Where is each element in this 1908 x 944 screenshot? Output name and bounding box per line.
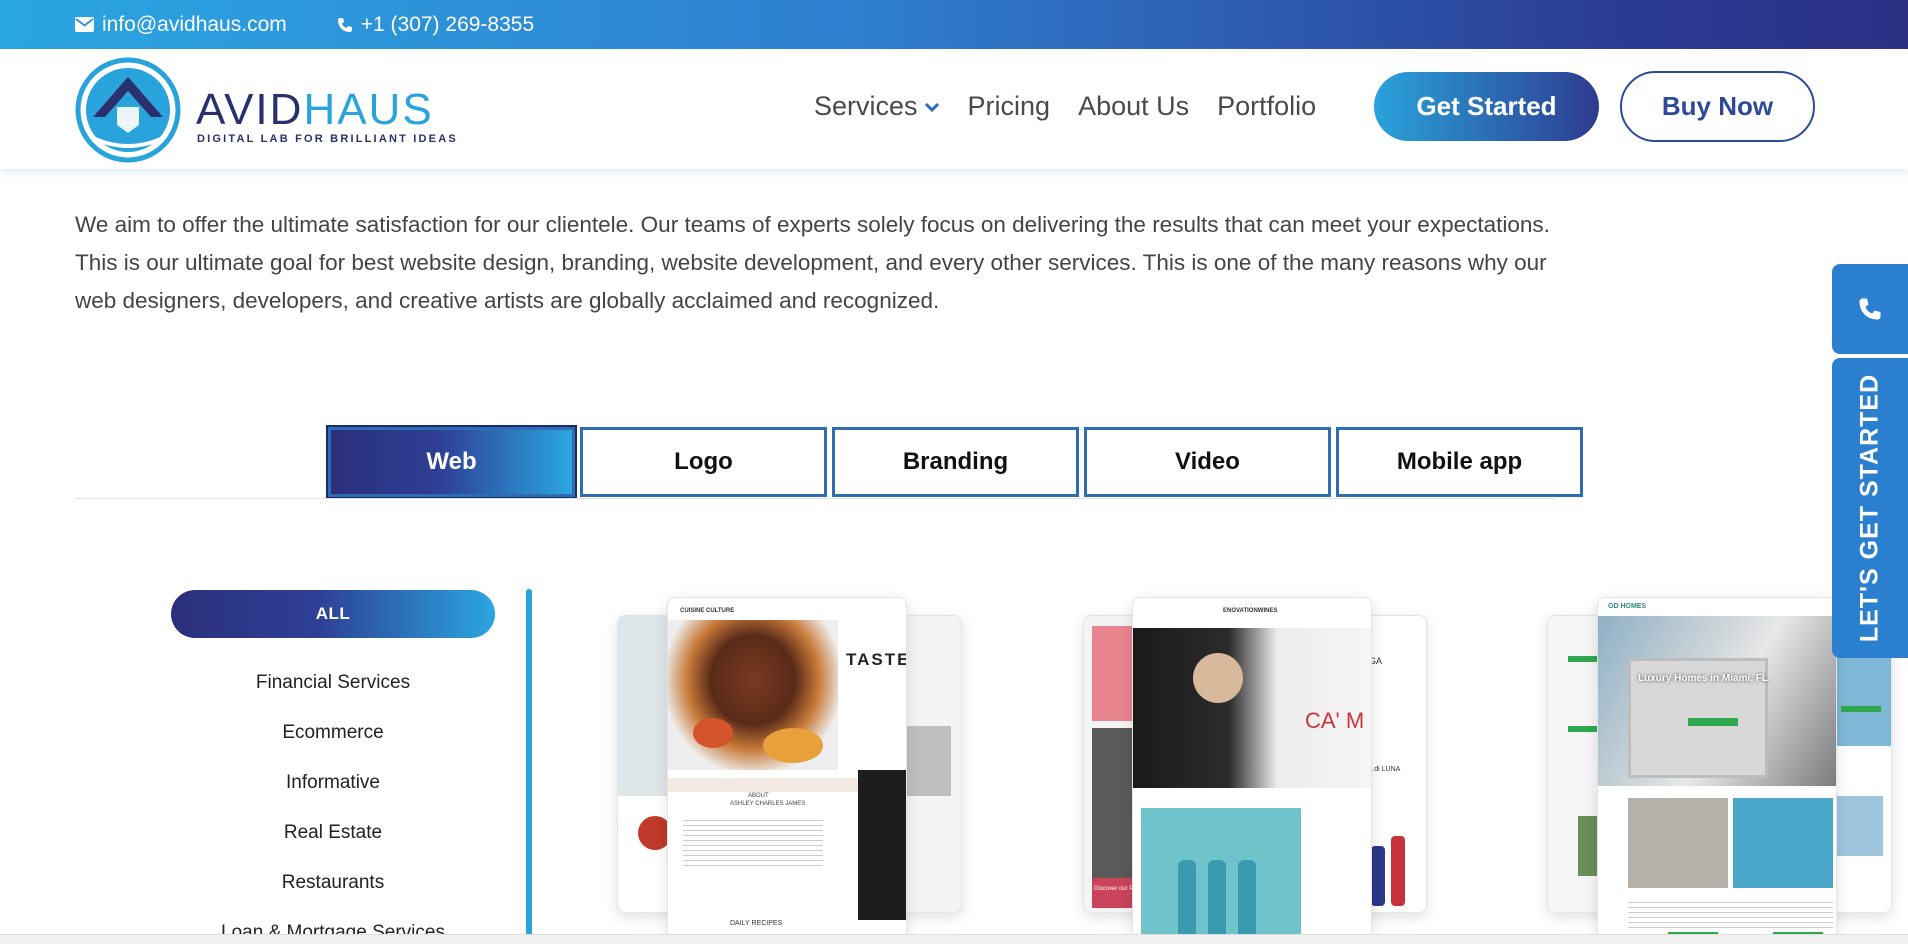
phone-icon bbox=[337, 17, 352, 32]
phone-icon bbox=[1859, 298, 1881, 320]
lets-get-started-side-button[interactable]: LET'S GET STARTED bbox=[1832, 358, 1908, 658]
tab-mobile-app[interactable]: Mobile app bbox=[1336, 427, 1583, 497]
filter-real-estate[interactable]: Real Estate bbox=[171, 808, 495, 858]
cuisine-about-name: ASHLEY CHARLES JAMES bbox=[730, 801, 806, 807]
industry-filter-list: Financial Services Ecommerce Informative… bbox=[171, 658, 495, 944]
logo-word-avid: AVID bbox=[196, 85, 304, 134]
main-nav: Services Pricing About Us Portfolio bbox=[814, 91, 1344, 122]
tab-video[interactable]: Video bbox=[1084, 427, 1331, 497]
side-cta-label[interactable]: LET'S GET STARTED bbox=[1856, 374, 1885, 642]
filter-informative[interactable]: Informative bbox=[171, 758, 495, 808]
nav-about-us[interactable]: About Us bbox=[1078, 91, 1189, 122]
mock-front-wines: ENOVATIONWINES CA' M bbox=[1132, 597, 1372, 944]
filter-financial-services[interactable]: Financial Services bbox=[171, 658, 495, 708]
logo-tagline: DIGITAL LAB FOR BRILLIANT IDEAS bbox=[197, 133, 458, 145]
homes-brand: OD HOMES bbox=[1608, 603, 1647, 610]
chevron-down-icon[interactable] bbox=[924, 101, 940, 113]
envelope-icon bbox=[75, 17, 94, 32]
site-header: AVIDHAUS DIGITAL LAB FOR BRILLIANT IDEAS… bbox=[0, 49, 1908, 169]
tabs-divider bbox=[75, 498, 1555, 499]
filter-all-button[interactable]: ALL bbox=[171, 590, 495, 638]
mock-front-homes: OD HOMES Luxury Homes in Miami, FL bbox=[1597, 597, 1837, 944]
nav-portfolio[interactable]: Portfolio bbox=[1217, 91, 1316, 122]
nav-pricing[interactable]: Pricing bbox=[968, 91, 1051, 122]
get-started-button[interactable]: Get Started bbox=[1374, 72, 1599, 141]
logo-emblem-icon bbox=[75, 57, 181, 163]
cuisine-brand: CUISINE CULTURE bbox=[680, 608, 735, 614]
homes-hero-text: Luxury Homes in Miami, FL bbox=[1638, 673, 1769, 684]
mock-front-cuisine: CUISINE CULTURE TASTE ABOUT ASHLEY CHARL… bbox=[667, 597, 907, 944]
tab-branding[interactable]: Branding bbox=[832, 427, 1079, 497]
intro-paragraph: We aim to offer the ultimate satisfactio… bbox=[75, 212, 1550, 313]
phone-text[interactable]: +1 (307) 269-8355 bbox=[361, 13, 534, 37]
tab-web[interactable]: Web bbox=[326, 425, 577, 499]
portfolio-card-wines[interactable]: Discover our Products VOGA LUNA di LUNA … bbox=[1080, 595, 1430, 944]
cuisine-headline: TASTE bbox=[846, 650, 907, 669]
buy-now-button[interactable]: Buy Now bbox=[1620, 71, 1815, 142]
wines-brand: ENOVATIONWINES bbox=[1223, 608, 1278, 614]
tab-logo[interactable]: Logo bbox=[580, 427, 827, 497]
side-call-button[interactable] bbox=[1832, 264, 1908, 354]
top-contact-bar: info@avidhaus.com +1 (307) 269-8355 bbox=[0, 0, 1908, 49]
email-text[interactable]: info@avidhaus.com bbox=[102, 13, 287, 37]
filter-ecommerce[interactable]: Ecommerce bbox=[171, 708, 495, 758]
portfolio-category-tabs: Web Logo Branding Video Mobile app bbox=[326, 425, 1588, 499]
portfolio-card-cuisine[interactable]: CUISINE CULTURE TASTE ABOUT ASHLEY CHARL… bbox=[615, 595, 965, 944]
wines-side-text: CA' M bbox=[1305, 708, 1365, 733]
filter-restaurants[interactable]: Restaurants bbox=[171, 858, 495, 908]
bottom-scroll-strip bbox=[0, 934, 1908, 944]
nav-services[interactable]: Services bbox=[814, 91, 940, 122]
logo-word-haus: HAUS bbox=[303, 85, 434, 134]
phone-contact[interactable]: +1 (307) 269-8355 bbox=[337, 13, 534, 37]
email-contact[interactable]: info@avidhaus.com bbox=[75, 13, 287, 37]
cuisine-about-title: ABOUT bbox=[748, 793, 769, 799]
avidhaus-logo[interactable]: AVIDHAUS DIGITAL LAB FOR BRILLIANT IDEAS bbox=[73, 55, 456, 165]
filter-divider-bar bbox=[526, 589, 532, 944]
nav-services-label[interactable]: Services bbox=[814, 91, 918, 122]
cuisine-recipes: DAILY RECIPES bbox=[730, 920, 783, 927]
logo-wordmark: AVIDHAUS bbox=[196, 85, 434, 135]
